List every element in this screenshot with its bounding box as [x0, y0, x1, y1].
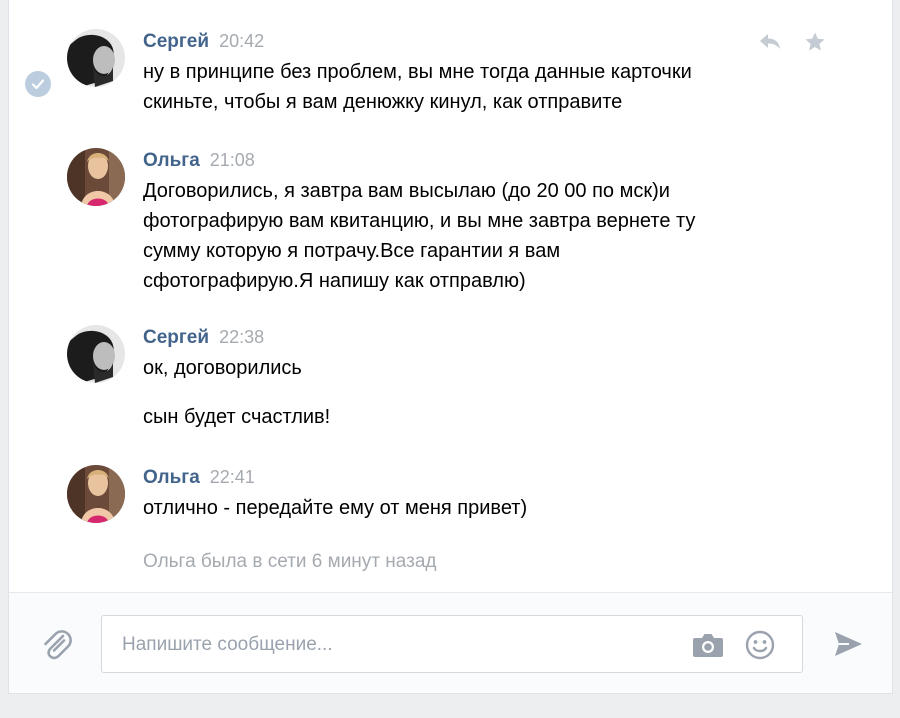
message-text: фотографирую вам квитанцию, и вы мне зав…: [143, 210, 696, 232]
send-icon[interactable]: [831, 627, 865, 661]
message-text: сын будет счастлив!: [143, 406, 331, 428]
avatar-olga[interactable]: [67, 148, 125, 206]
dialog-panel: Сергей 20:42 ну в принципе без проблем, в…: [8, 0, 893, 694]
avatar-sergey[interactable]: [67, 325, 125, 383]
message-group[interactable]: Ольга 21:08 Договорились, я завтра вам вы…: [9, 148, 892, 298]
message-header: Ольга 21:08: [143, 148, 255, 172]
message-input[interactable]: [120, 630, 684, 660]
message-text: ок, договорились: [143, 357, 302, 379]
message-time[interactable]: 20:42: [219, 31, 264, 51]
message-actions: [758, 31, 826, 58]
message-time[interactable]: 22:41: [210, 467, 255, 487]
message-text: отлично - передайте ему от меня привет): [143, 497, 528, 519]
message-time[interactable]: 22:38: [219, 327, 264, 347]
avatar-olga[interactable]: [67, 465, 125, 523]
message-header: Сергей 22:38: [143, 325, 264, 349]
paperclip-icon[interactable]: [39, 627, 75, 663]
message-group[interactable]: Сергей 22:38 ок, договорились сын будет с…: [9, 325, 892, 435]
message-input-box[interactable]: [101, 615, 803, 673]
message-group[interactable]: Ольга 22:41 отлично - передайте ему от ме…: [9, 465, 892, 525]
author-name[interactable]: Ольга: [143, 467, 200, 488]
message-group[interactable]: Сергей 20:42 ну в принципе без проблем, в…: [9, 29, 892, 119]
message-composer: [9, 593, 892, 693]
smile-icon[interactable]: [745, 630, 775, 660]
message-text: ну в принципе без проблем, вы мне тогда …: [143, 61, 692, 83]
message-text: сфотографирую.Я напишу как отправлю): [143, 270, 526, 292]
author-name[interactable]: Сергей: [143, 31, 209, 52]
message-header: Сергей 20:42: [143, 29, 264, 53]
camera-icon[interactable]: [692, 632, 724, 658]
avatar-sergey[interactable]: [67, 29, 125, 87]
message-text: Договорились, я завтра вам высылаю (до 2…: [143, 180, 670, 202]
author-name[interactable]: Ольга: [143, 150, 200, 171]
star-icon[interactable]: [804, 31, 826, 58]
message-header: Ольга 22:41: [143, 465, 255, 489]
message-time[interactable]: 21:08: [210, 150, 255, 170]
read-check-icon: [25, 71, 51, 97]
message-list[interactable]: Сергей 20:42 ну в принципе без проблем, в…: [9, 0, 892, 592]
message-text: сумму которую я потрачу.Все гарантии я в…: [143, 240, 561, 262]
author-name[interactable]: Сергей: [143, 327, 209, 348]
message-text: скиньте, чтобы я вам денюжку кинул, как …: [143, 91, 623, 113]
online-status: Ольга была в сети 6 минут назад: [143, 551, 437, 572]
reply-icon[interactable]: [758, 31, 782, 58]
